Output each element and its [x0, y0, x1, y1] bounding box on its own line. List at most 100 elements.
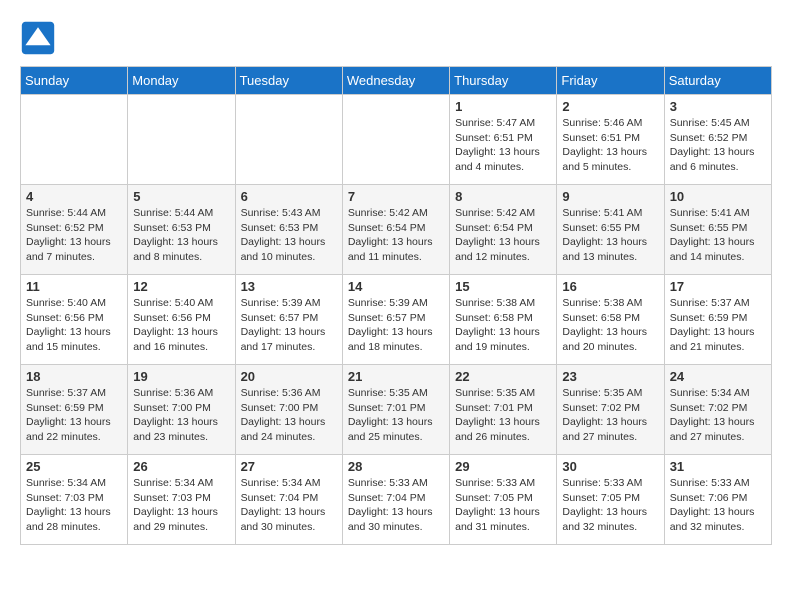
calendar-cell: 10 Sunrise: 5:41 AM Sunset: 6:55 PM Dayli…	[664, 185, 771, 275]
calendar-cell: 19 Sunrise: 5:36 AM Sunset: 7:00 PM Dayli…	[128, 365, 235, 455]
day-info: Sunrise: 5:46 AM Sunset: 6:51 PM Dayligh…	[562, 116, 658, 175]
day-number: 11	[26, 279, 122, 294]
calendar-cell: 20Sunrise: 5:36 AM Sunset: 7:00 PM Dayli…	[235, 365, 342, 455]
calendar-cell: 4 Sunrise: 5:44 AM Sunset: 6:52 PM Daylig…	[21, 185, 128, 275]
calendar-body: 1 Sunrise: 5:47 AM Sunset: 6:51 PM Daylig…	[21, 95, 772, 545]
day-number: 14	[348, 279, 444, 294]
day-info: Sunrise: 5:37 AM Sunset: 6:59 PM Dayligh…	[670, 296, 766, 355]
calendar-table: SundayMondayTuesdayWednesdayThursdayFrid…	[20, 66, 772, 545]
calendar-week-1: 1 Sunrise: 5:47 AM Sunset: 6:51 PM Daylig…	[21, 95, 772, 185]
day-number: 1	[455, 99, 551, 114]
calendar-cell: 6 Sunrise: 5:43 AM Sunset: 6:53 PM Daylig…	[235, 185, 342, 275]
day-number: 27	[241, 459, 337, 474]
day-info: Sunrise: 5:35 AM Sunset: 7:01 PM Dayligh…	[348, 386, 444, 445]
day-info: Sunrise: 5:33 AM Sunset: 7:04 PM Dayligh…	[348, 476, 444, 535]
calendar-week-3: 11 Sunrise: 5:40 AM Sunset: 6:56 PM Dayli…	[21, 275, 772, 365]
calendar-cell: 16 Sunrise: 5:38 AM Sunset: 6:58 PM Dayli…	[557, 275, 664, 365]
day-number: 3	[670, 99, 766, 114]
day-info: Sunrise: 5:36 AM Sunset: 7:00 PM Dayligh…	[241, 386, 337, 445]
calendar-cell	[235, 95, 342, 185]
day-info: Sunrise: 5:45 AM Sunset: 6:52 PM Dayligh…	[670, 116, 766, 175]
calendar-week-2: 4 Sunrise: 5:44 AM Sunset: 6:52 PM Daylig…	[21, 185, 772, 275]
day-info: Sunrise: 5:41 AM Sunset: 6:55 PM Dayligh…	[670, 206, 766, 265]
day-number: 29	[455, 459, 551, 474]
day-number: 10	[670, 189, 766, 204]
day-header-friday: Friday	[557, 67, 664, 95]
calendar-cell: 17Sunrise: 5:37 AM Sunset: 6:59 PM Dayli…	[664, 275, 771, 365]
calendar-cell: 11 Sunrise: 5:40 AM Sunset: 6:56 PM Dayli…	[21, 275, 128, 365]
day-info: Sunrise: 5:34 AM Sunset: 7:03 PM Dayligh…	[133, 476, 229, 535]
day-number: 16	[562, 279, 658, 294]
calendar-cell: 28 Sunrise: 5:33 AM Sunset: 7:04 PM Dayli…	[342, 455, 449, 545]
calendar-cell: 12 Sunrise: 5:40 AM Sunset: 6:56 PM Dayli…	[128, 275, 235, 365]
day-header-saturday: Saturday	[664, 67, 771, 95]
calendar-cell: 18 Sunrise: 5:37 AM Sunset: 6:59 PM Dayli…	[21, 365, 128, 455]
calendar-cell: 31Sunrise: 5:33 AM Sunset: 7:06 PM Dayli…	[664, 455, 771, 545]
day-number: 5	[133, 189, 229, 204]
logo-icon	[20, 20, 56, 56]
day-header-tuesday: Tuesday	[235, 67, 342, 95]
calendar-cell: 15Sunrise: 5:38 AM Sunset: 6:58 PM Dayli…	[450, 275, 557, 365]
day-header-thursday: Thursday	[450, 67, 557, 95]
logo	[20, 20, 62, 56]
day-info: Sunrise: 5:35 AM Sunset: 7:02 PM Dayligh…	[562, 386, 658, 445]
calendar-cell: 21 Sunrise: 5:35 AM Sunset: 7:01 PM Dayli…	[342, 365, 449, 455]
day-number: 19	[133, 369, 229, 384]
day-info: Sunrise: 5:34 AM Sunset: 7:02 PM Dayligh…	[670, 386, 766, 445]
day-header-wednesday: Wednesday	[342, 67, 449, 95]
day-number: 30	[562, 459, 658, 474]
day-header-sunday: Sunday	[21, 67, 128, 95]
calendar-cell: 23Sunrise: 5:35 AM Sunset: 7:02 PM Dayli…	[557, 365, 664, 455]
calendar-header: SundayMondayTuesdayWednesdayThursdayFrid…	[21, 67, 772, 95]
day-number: 18	[26, 369, 122, 384]
day-number: 13	[241, 279, 337, 294]
day-info: Sunrise: 5:39 AM Sunset: 6:57 PM Dayligh…	[348, 296, 444, 355]
calendar-cell: 25Sunrise: 5:34 AM Sunset: 7:03 PM Dayli…	[21, 455, 128, 545]
day-info: Sunrise: 5:38 AM Sunset: 6:58 PM Dayligh…	[562, 296, 658, 355]
calendar-cell: 1 Sunrise: 5:47 AM Sunset: 6:51 PM Daylig…	[450, 95, 557, 185]
day-number: 4	[26, 189, 122, 204]
day-info: Sunrise: 5:34 AM Sunset: 7:04 PM Dayligh…	[241, 476, 337, 535]
day-info: Sunrise: 5:40 AM Sunset: 6:56 PM Dayligh…	[133, 296, 229, 355]
day-number: 22	[455, 369, 551, 384]
calendar-cell: 26 Sunrise: 5:34 AM Sunset: 7:03 PM Dayli…	[128, 455, 235, 545]
day-number: 2	[562, 99, 658, 114]
calendar-cell: 8 Sunrise: 5:42 AM Sunset: 6:54 PM Daylig…	[450, 185, 557, 275]
day-info: Sunrise: 5:33 AM Sunset: 7:05 PM Dayligh…	[562, 476, 658, 535]
calendar-cell: 14 Sunrise: 5:39 AM Sunset: 6:57 PM Dayli…	[342, 275, 449, 365]
day-number: 26	[133, 459, 229, 474]
day-number: 9	[562, 189, 658, 204]
day-number: 21	[348, 369, 444, 384]
day-number: 15	[455, 279, 551, 294]
calendar-cell: 9Sunrise: 5:41 AM Sunset: 6:55 PM Daylig…	[557, 185, 664, 275]
day-info: Sunrise: 5:42 AM Sunset: 6:54 PM Dayligh…	[455, 206, 551, 265]
day-info: Sunrise: 5:44 AM Sunset: 6:52 PM Dayligh…	[26, 206, 122, 265]
calendar-cell: 24 Sunrise: 5:34 AM Sunset: 7:02 PM Dayli…	[664, 365, 771, 455]
day-info: Sunrise: 5:37 AM Sunset: 6:59 PM Dayligh…	[26, 386, 122, 445]
day-info: Sunrise: 5:43 AM Sunset: 6:53 PM Dayligh…	[241, 206, 337, 265]
day-number: 8	[455, 189, 551, 204]
page-header	[20, 20, 772, 56]
day-info: Sunrise: 5:44 AM Sunset: 6:53 PM Dayligh…	[133, 206, 229, 265]
day-info: Sunrise: 5:40 AM Sunset: 6:56 PM Dayligh…	[26, 296, 122, 355]
day-info: Sunrise: 5:47 AM Sunset: 6:51 PM Dayligh…	[455, 116, 551, 175]
day-number: 28	[348, 459, 444, 474]
days-row: SundayMondayTuesdayWednesdayThursdayFrid…	[21, 67, 772, 95]
calendar-week-5: 25Sunrise: 5:34 AM Sunset: 7:03 PM Dayli…	[21, 455, 772, 545]
calendar-cell: 3 Sunrise: 5:45 AM Sunset: 6:52 PM Daylig…	[664, 95, 771, 185]
calendar-cell: 2 Sunrise: 5:46 AM Sunset: 6:51 PM Daylig…	[557, 95, 664, 185]
day-info: Sunrise: 5:42 AM Sunset: 6:54 PM Dayligh…	[348, 206, 444, 265]
day-info: Sunrise: 5:36 AM Sunset: 7:00 PM Dayligh…	[133, 386, 229, 445]
calendar-cell	[21, 95, 128, 185]
day-number: 7	[348, 189, 444, 204]
day-number: 6	[241, 189, 337, 204]
day-number: 24	[670, 369, 766, 384]
calendar-cell	[128, 95, 235, 185]
calendar-cell: 29 Sunrise: 5:33 AM Sunset: 7:05 PM Dayli…	[450, 455, 557, 545]
calendar-cell: 7 Sunrise: 5:42 AM Sunset: 6:54 PM Daylig…	[342, 185, 449, 275]
calendar-week-4: 18 Sunrise: 5:37 AM Sunset: 6:59 PM Dayli…	[21, 365, 772, 455]
day-number: 12	[133, 279, 229, 294]
day-info: Sunrise: 5:34 AM Sunset: 7:03 PM Dayligh…	[26, 476, 122, 535]
day-info: Sunrise: 5:35 AM Sunset: 7:01 PM Dayligh…	[455, 386, 551, 445]
day-info: Sunrise: 5:33 AM Sunset: 7:05 PM Dayligh…	[455, 476, 551, 535]
